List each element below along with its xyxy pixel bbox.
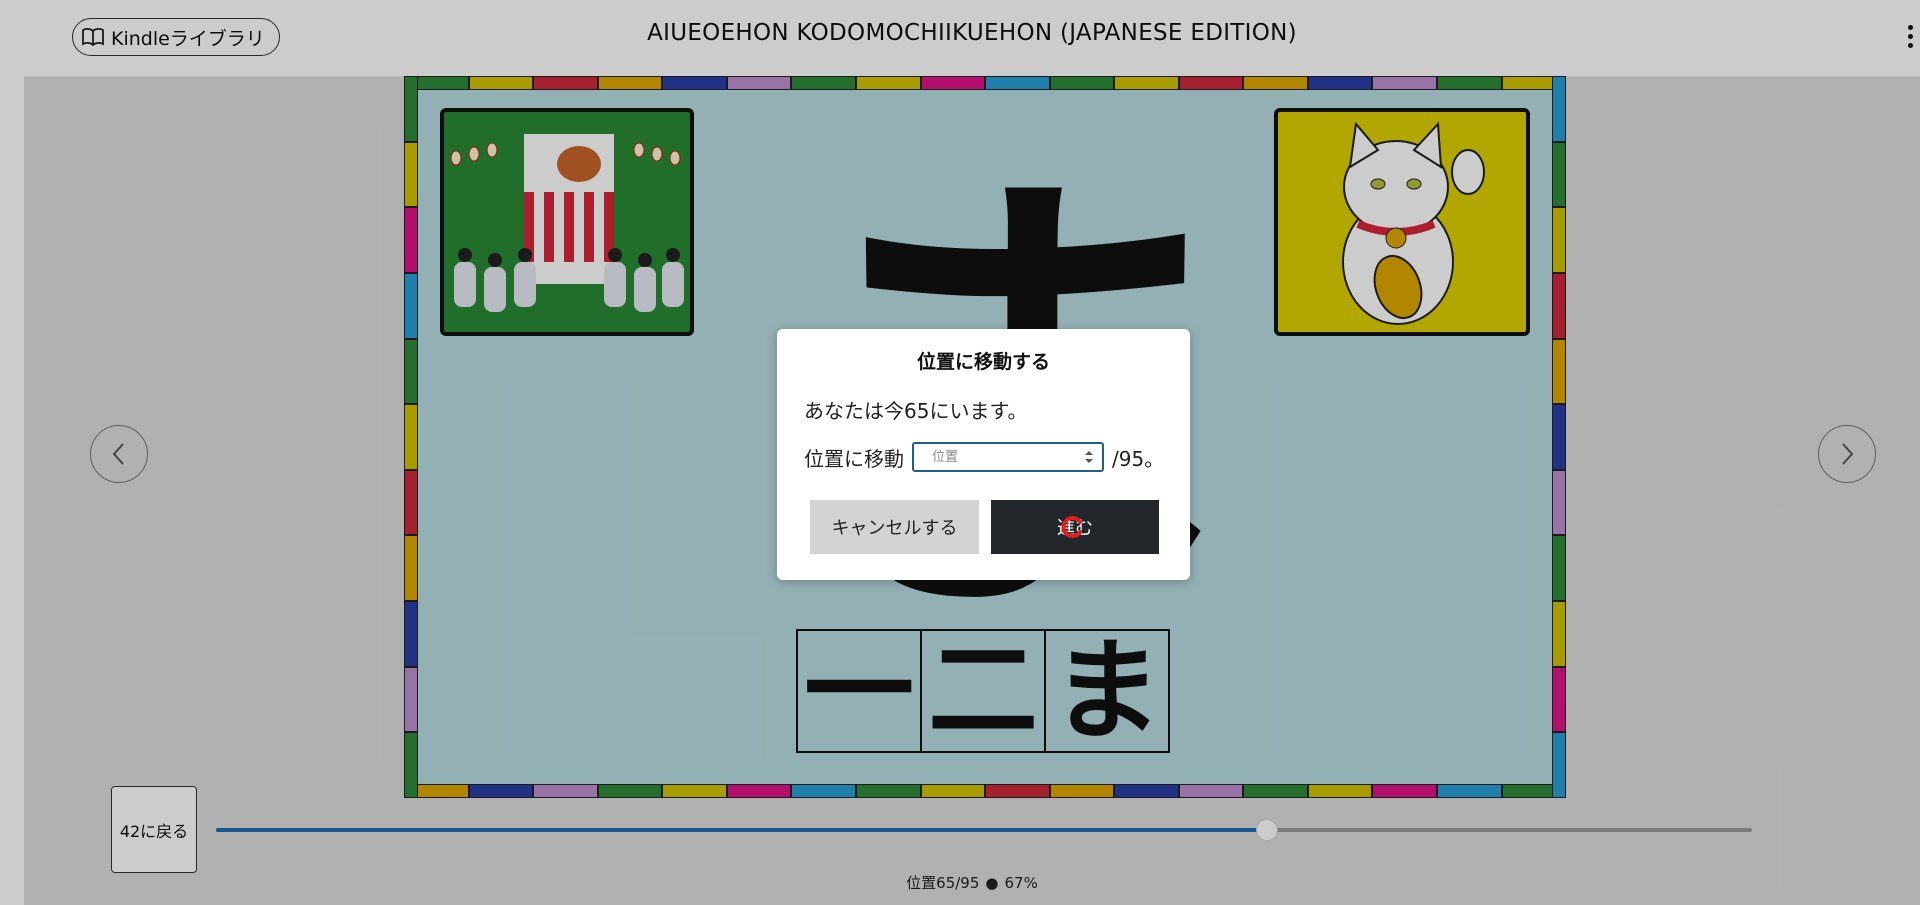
dialog-title: 位置に移動する xyxy=(916,351,1050,373)
goto-row: 位置に移動 /95。 xyxy=(804,442,1164,472)
current-location-text: あなたは今65にいます。 xyxy=(804,399,1028,423)
goto-location-dialog: 位置に移動する あなたは今65にいます。 位置に移動 /95。 キャンセルする … xyxy=(777,329,1190,580)
total-locations-text: /95。 xyxy=(1112,446,1165,471)
mouse-cursor-icon xyxy=(1061,516,1082,538)
location-input[interactable] xyxy=(914,444,1092,470)
goto-label: 位置に移動 xyxy=(804,446,904,471)
location-input-wrapper xyxy=(912,442,1104,472)
number-spinner-icon[interactable] xyxy=(1084,450,1094,464)
cancel-button[interactable]: キャンセルする xyxy=(810,500,979,554)
